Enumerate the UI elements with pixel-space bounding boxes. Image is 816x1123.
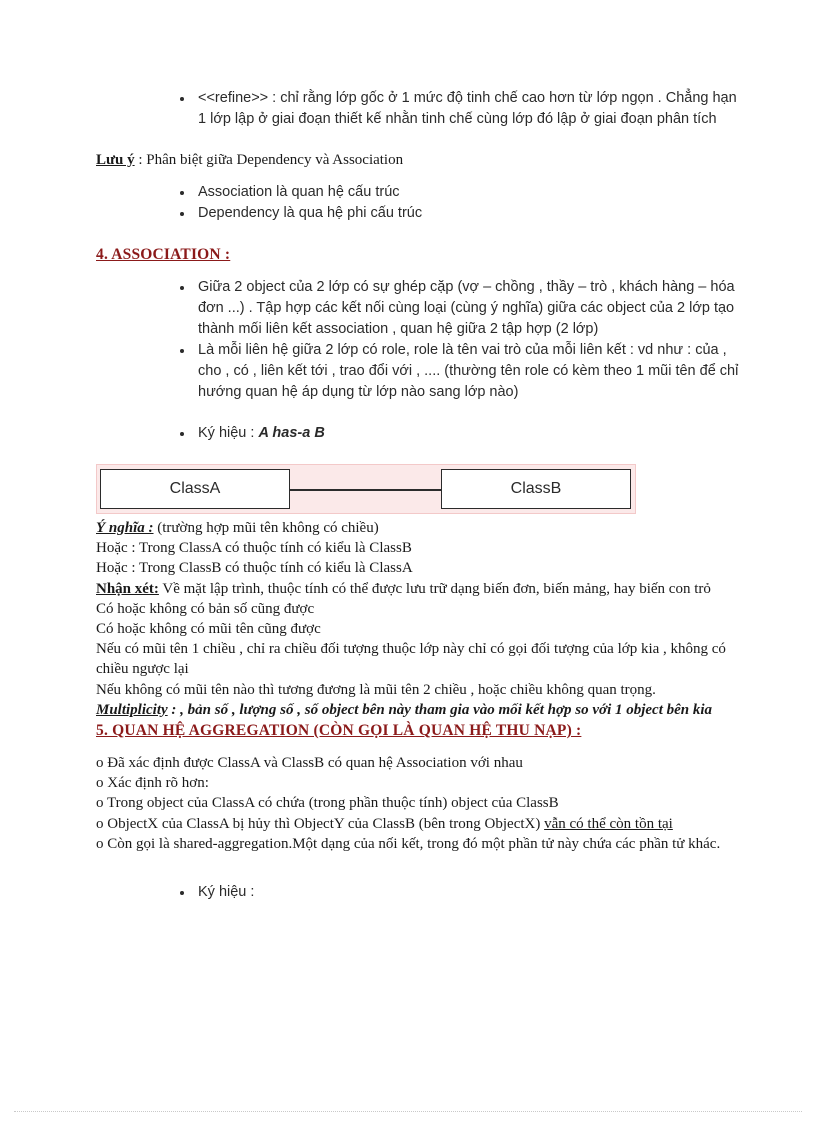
list-item: Là mỗi liên hệ giữa 2 lớp có role, role … <box>168 340 744 403</box>
meaning-label-line: Ý nghĩa : (trường hợp mũi tên không có c… <box>96 518 744 538</box>
remark-text: Về mặt lập trình, thuộc tính có thể được… <box>158 580 711 597</box>
association-bullet-text-1: Giữa 2 object của 2 lớp có sự ghép cặp (… <box>198 279 735 337</box>
meaning-label: Ý nghĩa : <box>96 520 154 536</box>
heading-aggregation: 5. QUAN HỆ AGGREGATION (CÒN GỌI LÀ QUAN … <box>96 722 582 740</box>
aggregation-notation-label: Ký hiệu : <box>198 884 255 901</box>
list-item: Ký hiệu : A has-a B <box>168 423 744 444</box>
notation-label: Ký hiệu : <box>198 425 259 441</box>
aggregation-notation-list: Ký hiệu : <box>168 882 744 903</box>
aggregation-item-objectx: o ObjectX của ClassA bị hủy thì ObjectY … <box>96 814 744 834</box>
remark-line: Nhận xét: Về mặt lập trình, thuộc tính c… <box>96 579 744 599</box>
association-bullet-text-2: Là mỗi liên hệ giữa 2 lớp có role, role … <box>198 342 739 400</box>
multiplicity-text: : , bản số , lượng số , số object bên nà… <box>167 701 713 718</box>
class-box-a: ClassA <box>100 469 290 509</box>
meaning-more-line-1: Có hoặc không có bản số cũng được <box>96 600 315 617</box>
uml-association-diagram: ClassA ClassB <box>96 464 636 514</box>
aggregation-item-objectx-underlined: vẫn có thể còn tồn tại <box>544 815 673 832</box>
list-item: <<refine>> : chỉ rằng lớp gốc ở 1 mức độ… <box>168 88 744 130</box>
list-item: Dependency là qua hệ phi cấu trúc <box>168 203 744 224</box>
meaning-line-1: Hoặc : Trong ClassA có thuộc tính có kiể… <box>96 540 412 557</box>
aggregation-o-list: o Đã xác định được ClassA và ClassB có q… <box>96 753 744 854</box>
meaning-more-line-2: Có hoặc không có mũi tên cũng được <box>96 621 321 638</box>
note-line: Lưu ý : Phân biệt giữa Dependency và Ass… <box>96 150 744 170</box>
note-separator: : <box>134 152 147 168</box>
refine-bullet-list: <<refine>> : chỉ rằng lớp gốc ở 1 mức độ… <box>168 88 744 130</box>
notation-value: A has-a B <box>258 425 325 441</box>
note-bullet-text-association: Association là quan hệ cấu trúc <box>198 184 400 200</box>
list-item: Association là quan hệ cấu trúc <box>168 182 744 203</box>
refine-bullet-text: <<refine>> : chỉ rằng lớp gốc ở 1 mức độ… <box>198 90 737 127</box>
association-bullet-list: Giữa 2 object của 2 lớp có sự ghép cặp (… <box>168 277 744 403</box>
heading-association: 4. ASSOCIATION : <box>96 246 231 263</box>
multiplicity-label: Multiplicity <box>96 701 168 718</box>
class-box-b-label: ClassB <box>510 480 562 497</box>
meaning-block: Ý nghĩa : (trường hợp mũi tên không có c… <box>96 518 744 720</box>
list-item: Giữa 2 object của 2 lớp có sự ghép cặp (… <box>168 277 744 340</box>
class-box-b: ClassB <box>441 469 631 509</box>
multiplicity-line: Multiplicity : , bản số , lượng số , số … <box>96 700 744 720</box>
class-box-a-label: ClassA <box>169 480 221 497</box>
association-notation-list: Ký hiệu : A has-a B <box>168 423 744 444</box>
meaning-more-line-4: Nếu không có mũi tên nào thì tương đương… <box>96 681 656 698</box>
aggregation-item-3: o Trong object của ClassA có chứa (trong… <box>96 795 559 812</box>
association-line <box>289 489 442 491</box>
page-bottom-rule <box>14 1111 802 1113</box>
aggregation-item-2: o Xác định rõ hơn: <box>96 775 209 792</box>
meaning-more-line-3: Nếu có mũi tên 1 chiều , chỉ ra chiều đố… <box>96 641 726 678</box>
meaning-label-rest: (trường hợp mũi tên không có chiều) <box>153 520 379 536</box>
note-text: Phân biệt giữa Dependency và Association <box>146 152 404 168</box>
aggregation-item-1: o Đã xác định được ClassA và ClassB có q… <box>96 755 523 772</box>
note-bullet-text-dependency: Dependency là qua hệ phi cấu trúc <box>198 205 423 221</box>
aggregation-item-shared: o Còn gọi là shared-aggregation.Một dạng… <box>96 835 721 852</box>
note-label: Lưu ý <box>96 152 135 168</box>
aggregation-item-objectx-prefix: o ObjectX của ClassA bị hủy thì ObjectY … <box>96 815 545 832</box>
meaning-line-2: Hoặc : Trong ClassB có thuộc tính có kiể… <box>96 560 413 577</box>
page-content: <<refine>> : chỉ rằng lớp gốc ở 1 mức độ… <box>96 88 744 903</box>
list-item: Ký hiệu : <box>168 882 744 903</box>
remark-label: Nhận xét: <box>96 580 159 597</box>
document-page: <<refine>> : chỉ rằng lớp gốc ở 1 mức độ… <box>0 0 816 1123</box>
note-bullet-list: Association là quan hệ cấu trúc Dependen… <box>168 182 744 224</box>
